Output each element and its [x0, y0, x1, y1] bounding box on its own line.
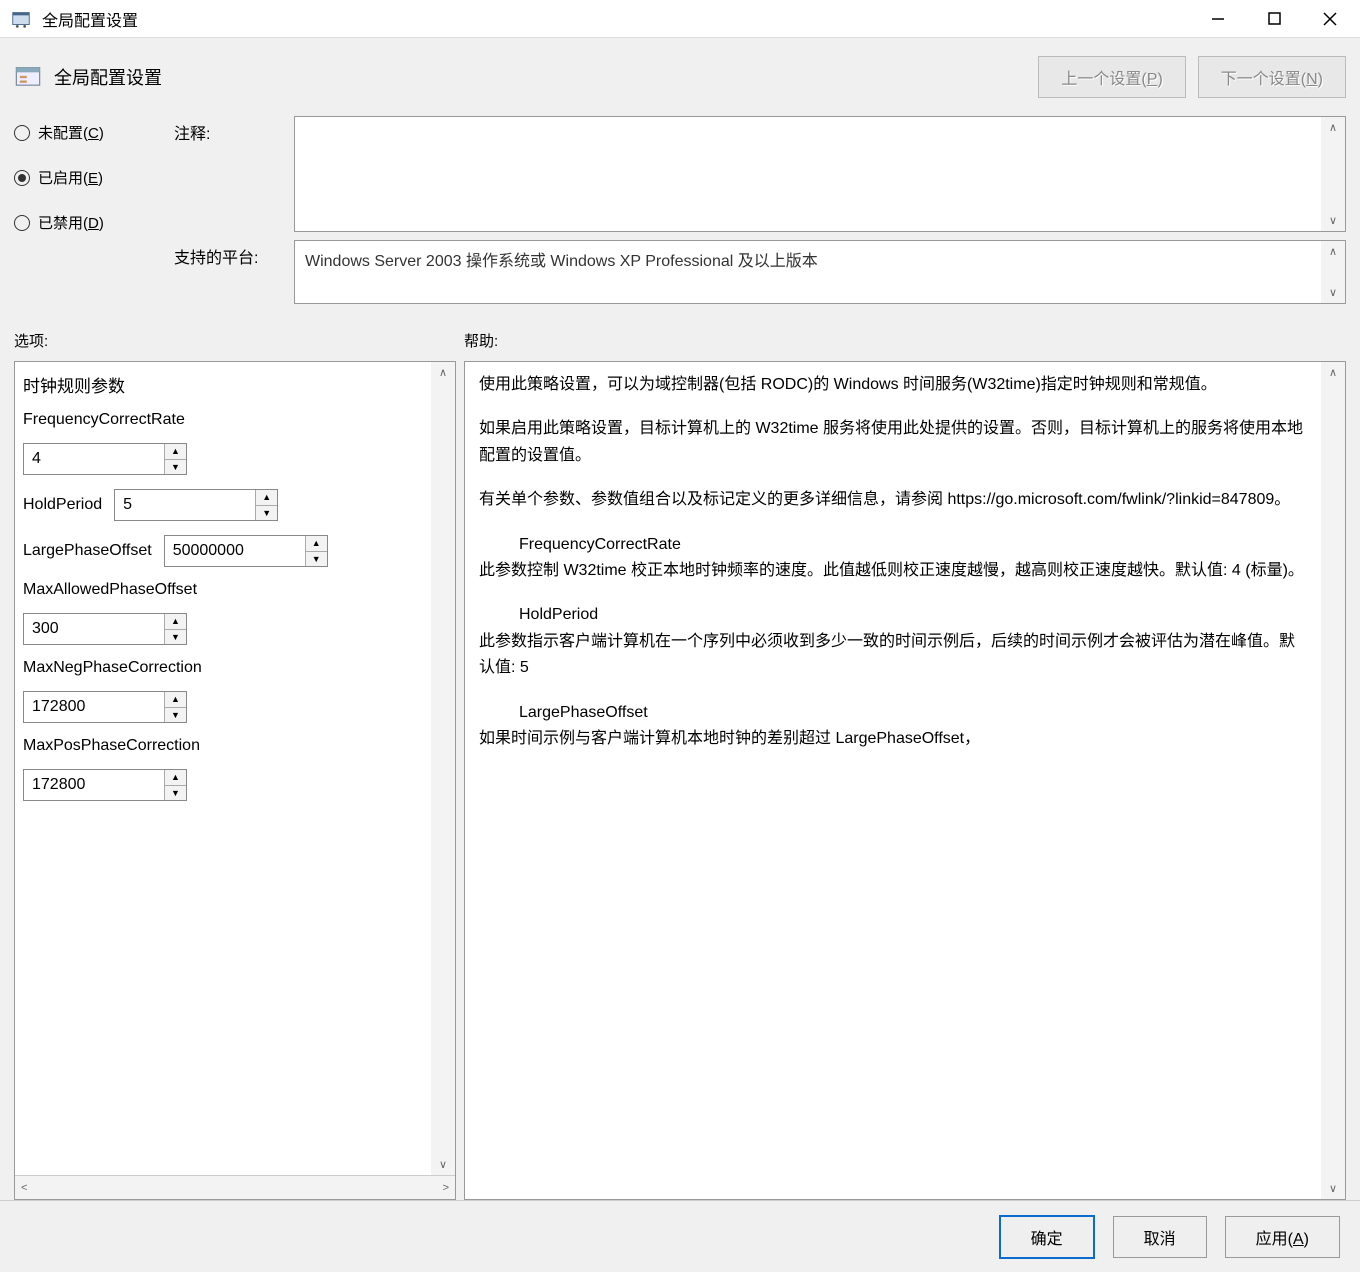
scroll-down-icon[interactable]: ∨	[1329, 286, 1337, 299]
radio-label: 未配置(C)	[38, 122, 104, 143]
spin-up-icon[interactable]: ▲	[306, 536, 327, 552]
help-param-desc: 此参数控制 W32time 校正本地时钟频率的速度。此值越低则校正速度越慢，越高…	[479, 558, 1307, 584]
spin-up-icon[interactable]: ▲	[256, 490, 277, 506]
spin-down-icon[interactable]: ▼	[306, 552, 327, 567]
spin-down-icon[interactable]: ▼	[165, 630, 186, 645]
number-spinner[interactable]: ▲▼	[23, 613, 187, 645]
help-param-name: FrequencyCorrectRate	[519, 532, 1307, 558]
options-group-title: 时钟规则参数	[23, 372, 423, 397]
spinner-input[interactable]	[115, 490, 255, 520]
scroll-down-icon[interactable]: ∨	[1329, 1182, 1337, 1195]
number-spinner[interactable]: ▲▼	[23, 691, 187, 723]
apply-button[interactable]: 应用(A)	[1225, 1216, 1340, 1258]
spin-up-icon[interactable]: ▲	[165, 692, 186, 708]
radio-icon	[14, 170, 30, 186]
settings-icon	[14, 63, 42, 91]
option-row: ▲▼	[23, 613, 423, 645]
app-icon	[10, 8, 32, 30]
spinner-input[interactable]	[165, 536, 305, 566]
next-setting-button[interactable]: 下一个设置(N)	[1198, 56, 1346, 98]
spinner-input[interactable]	[24, 444, 164, 474]
comment-textarea[interactable]: ∧∨	[294, 116, 1346, 232]
scrollbar[interactable]: ∧∨	[1321, 241, 1345, 303]
dialog-title: 全局配置设置	[54, 64, 1026, 90]
radio-enabled[interactable]: 已启用(E)	[14, 167, 154, 188]
help-text: 如果启用此策略设置，目标计算机上的 W32time 服务将使用此处提供的设置。否…	[479, 416, 1307, 469]
help-panel: 使用此策略设置，可以为域控制器(包括 RODC)的 Windows 时间服务(W…	[464, 361, 1346, 1200]
spinner-input[interactable]	[24, 692, 164, 722]
radio-not-configured[interactable]: 未配置(C)	[14, 122, 154, 143]
help-scrollbar[interactable]: ∧∨	[1321, 362, 1345, 1199]
option-row: LargePhaseOffset ▲▼	[23, 535, 423, 567]
scroll-up-icon[interactable]: ∧	[1329, 366, 1337, 379]
options-scrollbar[interactable]: ∧∨	[431, 362, 455, 1175]
option-row: ▲▼	[23, 691, 423, 723]
maximize-button[interactable]	[1246, 1, 1302, 37]
platform-label: 支持的平台:	[174, 240, 284, 268]
close-button[interactable]	[1302, 1, 1358, 37]
option-label: HoldPeriod	[23, 496, 102, 514]
scroll-right-icon[interactable]: >	[443, 1182, 449, 1194]
radio-label: 已启用(E)	[38, 167, 103, 188]
scroll-up-icon[interactable]: ∧	[439, 366, 447, 379]
spin-down-icon[interactable]: ▼	[165, 786, 186, 801]
platform-value: Windows Server 2003 操作系统或 Windows XP Pro…	[295, 241, 1321, 303]
spin-down-icon[interactable]: ▼	[165, 460, 186, 475]
spin-up-icon[interactable]: ▲	[165, 614, 186, 630]
scroll-down-icon[interactable]: ∨	[439, 1158, 447, 1171]
radio-disabled[interactable]: 已禁用(D)	[14, 212, 154, 233]
options-panel: 时钟规则参数FrequencyCorrectRate▲▼HoldPeriod▲▼…	[14, 361, 456, 1200]
help-param-desc: 如果时间示例与客户端计算机本地时钟的差别超过 LargePhaseOffset，	[479, 726, 1307, 752]
number-spinner[interactable]: ▲▼	[164, 535, 328, 567]
number-spinner[interactable]: ▲▼	[23, 443, 187, 475]
spin-up-icon[interactable]: ▲	[165, 770, 186, 786]
spinner-input[interactable]	[24, 614, 164, 644]
number-spinner[interactable]: ▲▼	[23, 769, 187, 801]
dialog-footer: 确定 取消 应用(A)	[0, 1200, 1360, 1272]
spin-down-icon[interactable]: ▼	[256, 506, 277, 521]
platform-box: Windows Server 2003 操作系统或 Windows XP Pro…	[294, 240, 1346, 304]
scroll-down-icon[interactable]: ∨	[1329, 214, 1337, 227]
scroll-left-icon[interactable]: <	[21, 1182, 27, 1194]
option-row: ▲▼	[23, 443, 423, 475]
option-label: LargePhaseOffset	[23, 542, 152, 560]
help-param-name: HoldPeriod	[519, 602, 1307, 628]
number-spinner[interactable]: ▲▼	[114, 489, 278, 521]
option-label: MaxAllowedPhaseOffset	[23, 581, 423, 599]
radio-label: 已禁用(D)	[38, 212, 104, 233]
help-param-desc: 此参数指示客户端计算机在一个序列中必须收到多少一致的时间示例后，后续的时间示例才…	[479, 629, 1307, 682]
minimize-button[interactable]	[1190, 1, 1246, 37]
spin-up-icon[interactable]: ▲	[165, 444, 186, 460]
radio-icon	[14, 215, 30, 231]
help-section-label: 帮助:	[464, 330, 1346, 351]
help-text: 有关单个参数、参数值组合以及标记定义的更多详细信息，请参阅 https://go…	[479, 487, 1307, 513]
comment-label: 注释:	[174, 116, 284, 144]
scrollbar[interactable]: ∧∨	[1321, 117, 1345, 231]
option-label: MaxNegPhaseCorrection	[23, 659, 423, 677]
option-label: MaxPosPhaseCorrection	[23, 737, 423, 755]
titlebar: 全局配置设置	[0, 0, 1360, 38]
help-text: 使用此策略设置，可以为域控制器(包括 RODC)的 Windows 时间服务(W…	[479, 372, 1307, 398]
options-section-label: 选项:	[14, 330, 464, 351]
option-row: ▲▼	[23, 769, 423, 801]
window-title: 全局配置设置	[42, 7, 1190, 31]
option-row: HoldPeriod ▲▼	[23, 489, 423, 521]
spin-down-icon[interactable]: ▼	[165, 708, 186, 723]
options-hscrollbar[interactable]: <>	[15, 1175, 455, 1199]
scroll-up-icon[interactable]: ∧	[1329, 121, 1337, 134]
help-param-name: LargePhaseOffset	[519, 700, 1307, 726]
ok-button[interactable]: 确定	[999, 1215, 1095, 1259]
cancel-button[interactable]: 取消	[1113, 1216, 1207, 1258]
option-label: FrequencyCorrectRate	[23, 411, 423, 429]
state-radio-group: 未配置(C) 已启用(E) 已禁用(D)	[14, 116, 154, 233]
previous-setting-button[interactable]: 上一个设置(P)	[1038, 56, 1185, 98]
scroll-up-icon[interactable]: ∧	[1329, 245, 1337, 258]
comment-value	[295, 117, 1321, 231]
radio-icon	[14, 125, 30, 141]
spinner-input[interactable]	[24, 770, 164, 800]
dialog-header: 全局配置设置 上一个设置(P) 下一个设置(N)	[14, 56, 1346, 98]
